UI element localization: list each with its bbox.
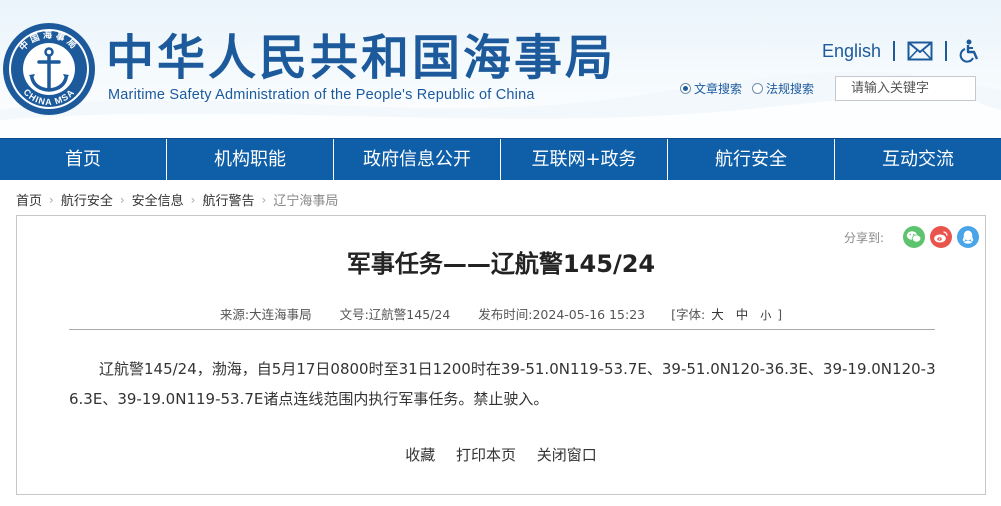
font-size-medium[interactable]: 中 <box>736 307 749 322</box>
breadcrumb-item[interactable]: 航行安全 <box>61 190 113 209</box>
mail-icon[interactable] <box>907 41 933 61</box>
accessibility-icon[interactable] <box>959 39 981 63</box>
meta-divider <box>69 329 935 330</box>
meta-doc-no: 文号:辽航警145/24 <box>340 307 451 322</box>
favorite-button[interactable]: 收藏 <box>405 446 435 464</box>
msa-logo[interactable]: 中国海事局 CHINA MSA <box>2 22 96 116</box>
breadcrumb-item[interactable]: 首页 <box>16 190 42 209</box>
article-actions: 收藏 打印本页 关闭窗口 <box>17 444 985 465</box>
article-title: 军事任务——辽航警145/24 <box>346 250 656 278</box>
radio-button-selected[interactable] <box>680 82 691 94</box>
nav-item-internet-gov[interactable]: 互联网+政务 <box>501 139 668 180</box>
meta-publish-time: 发布时间:2024-05-16 15:23 <box>478 307 645 322</box>
chevron-right-icon: › <box>190 192 196 207</box>
font-size-label: [字体: <box>671 307 706 322</box>
breadcrumb-item[interactable]: 航行警告 <box>202 190 254 209</box>
site-title-cn: 中华人民共和国海事局 <box>106 30 617 86</box>
main-nav: 首页 机构职能 政府信息公开 互联网+政务 航行安全 互动交流 <box>0 138 1001 180</box>
meta-source-label: 来源: <box>219 307 250 322</box>
nav-item-interaction[interactable]: 互动交流 <box>835 139 1001 180</box>
search-option-label: 法规搜索 <box>766 81 815 96</box>
site-header: 中国海事局 CHINA MSA 中华人民共和国海事局 Maritime Safe… <box>0 0 1001 138</box>
print-button[interactable]: 打印本页 <box>456 446 516 464</box>
meta-doc-no-label: 文号: <box>339 307 369 322</box>
close-window-button[interactable]: 关闭窗口 <box>537 446 597 464</box>
chevron-right-icon: › <box>261 192 267 207</box>
meta-publish-value: 2024-05-16 15:23 <box>532 307 646 322</box>
font-size-close: ] <box>777 307 783 322</box>
search-option-regulation[interactable]: 法规搜索 <box>752 80 814 97</box>
chevron-right-icon: › <box>49 192 54 207</box>
article-container: 分享到: 军事任务——辽航警145/24 来源:大连海事局 文号:辽航警145/… <box>16 215 986 495</box>
tool-divider <box>945 41 948 61</box>
breadcrumb-current[interactable]: 辽宁海事局 <box>273 190 338 209</box>
nav-item-navigation-safety[interactable]: 航行安全 <box>668 139 835 180</box>
search-options: 文章搜索 法规搜索 <box>680 76 824 100</box>
english-link[interactable]: English <box>822 41 881 62</box>
radio-button[interactable] <box>752 82 764 94</box>
site-title-en: Maritime Safety Administration of the Pe… <box>108 87 535 103</box>
article-body: 辽航警145/24，渤海，自5月17日0800时至31日1200时在39-51.… <box>69 360 936 408</box>
article-meta: 来源:大连海事局 文号:辽航警145/24 发布时间:2024-05-16 15… <box>17 304 985 323</box>
share-label: 分享到: <box>843 230 884 245</box>
meta-source-value: 大连海事局 <box>249 307 312 322</box>
search-input[interactable]: 请输入关键字 <box>835 76 976 101</box>
breadcrumb: 首页 › 航行安全 › 安全信息 › 航行警告 › 辽宁海事局 <box>16 190 338 210</box>
tool-divider <box>893 41 896 61</box>
nav-item-gov-info[interactable]: 政府信息公开 <box>334 139 501 180</box>
meta-source: 来源:大连海事局 <box>220 307 312 322</box>
font-size-large[interactable]: 大 <box>711 307 724 322</box>
header-tools: English <box>822 38 981 64</box>
meta-doc-no-value: 辽航警145/24 <box>368 307 451 322</box>
chevron-right-icon: › <box>119 192 125 207</box>
font-size-small[interactable]: 小 <box>760 309 771 322</box>
search-option-article[interactable]: 文章搜索 <box>680 80 742 97</box>
search-option-label: 文章搜索 <box>694 81 743 96</box>
breadcrumb-item[interactable]: 安全信息 <box>132 190 184 209</box>
nav-item-functions[interactable]: 机构职能 <box>167 139 334 180</box>
nav-item-home[interactable]: 首页 <box>0 139 167 180</box>
meta-publish-label: 发布时间: <box>478 307 533 322</box>
font-size-control: [字体: 大中小] <box>671 307 782 322</box>
